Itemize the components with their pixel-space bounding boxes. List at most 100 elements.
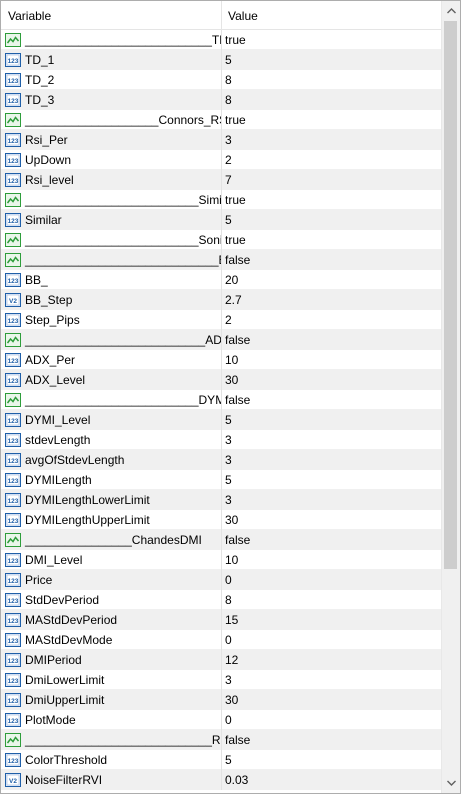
variable-cell[interactable]: ________________ChandesDMI: [1, 529, 222, 550]
table-row[interactable]: __________________________DYMI false: [1, 389, 441, 410]
table-row[interactable]: 123 MAStdDevMode 0: [1, 629, 441, 650]
value-cell[interactable]: 3: [222, 453, 441, 467]
variable-cell[interactable]: 123 stdevLength: [1, 429, 222, 450]
value-cell[interactable]: false: [222, 253, 441, 267]
variable-cell[interactable]: ____________________________TD: [1, 29, 222, 50]
table-row[interactable]: 123 DmiLowerLimit 3: [1, 669, 441, 690]
value-cell[interactable]: false: [222, 393, 441, 407]
variable-cell[interactable]: 123 DmiLowerLimit: [1, 669, 222, 690]
variable-cell[interactable]: 123 MAStdDevPeriod: [1, 609, 222, 630]
table-row[interactable]: __________________________Similar true: [1, 189, 441, 210]
table-row[interactable]: 123 DYMI_Level 5: [1, 409, 441, 430]
variable-cell[interactable]: ____________________Connors_RSI: [1, 109, 222, 130]
variable-cell[interactable]: V2 BB_Step: [1, 289, 222, 310]
value-cell[interactable]: 30: [222, 513, 441, 527]
table-row[interactable]: 123 StdDevPeriod 8: [1, 589, 441, 610]
value-cell[interactable]: 8: [222, 93, 441, 107]
table-row[interactable]: 123 Rsi_level 7: [1, 169, 441, 190]
value-cell[interactable]: 2.7: [222, 293, 441, 307]
variable-cell[interactable]: 123 TD_3: [1, 89, 222, 110]
variable-cell[interactable]: ___________________________ADX: [1, 329, 222, 350]
value-cell[interactable]: 0: [222, 633, 441, 647]
table-row[interactable]: 123 DYMILength 5: [1, 469, 441, 490]
variable-cell[interactable]: 123 StdDevPeriod: [1, 589, 222, 610]
value-cell[interactable]: 3: [222, 133, 441, 147]
value-cell[interactable]: 5: [222, 473, 441, 487]
table-row[interactable]: 123 DmiUpperLimit 30: [1, 689, 441, 710]
variable-cell[interactable]: 123 DMI_Level: [1, 549, 222, 570]
variable-cell[interactable]: 123 DYMILength: [1, 469, 222, 490]
table-row[interactable]: 123 ColorThreshold 5: [1, 749, 441, 770]
table-row[interactable]: 123 stdevLength 3: [1, 429, 441, 450]
table-row[interactable]: ___________________________ADX false: [1, 329, 441, 350]
variable-cell[interactable]: 123 PlotMode: [1, 709, 222, 730]
variable-cell[interactable]: 123 BB_: [1, 269, 222, 290]
value-cell[interactable]: false: [222, 733, 441, 747]
value-cell[interactable]: false: [222, 333, 441, 347]
value-cell[interactable]: true: [222, 33, 441, 47]
value-cell[interactable]: 8: [222, 593, 441, 607]
variable-cell[interactable]: V2 NoiseFilterRVI: [1, 769, 222, 790]
variable-cell[interactable]: 123 UpDown: [1, 149, 222, 170]
table-row[interactable]: 123 TD_2 8: [1, 69, 441, 90]
value-cell[interactable]: 12: [222, 653, 441, 667]
variable-cell[interactable]: __________________________Sonic: [1, 229, 222, 250]
table-row[interactable]: 123 Rsi_Per 3: [1, 129, 441, 150]
value-cell[interactable]: 20: [222, 273, 441, 287]
vertical-scrollbar[interactable]: [441, 1, 460, 793]
value-cell[interactable]: 5: [222, 53, 441, 67]
variable-cell[interactable]: 123 TD_2: [1, 69, 222, 90]
column-header-variable[interactable]: Variable: [1, 1, 222, 29]
table-row[interactable]: ________________ChandesDMI false: [1, 529, 441, 550]
table-row[interactable]: ____________________________TD true: [1, 29, 441, 50]
value-cell[interactable]: 3: [222, 673, 441, 687]
table-row[interactable]: 123 BB_ 20: [1, 269, 441, 290]
variable-cell[interactable]: ____________________________RD: [1, 729, 222, 750]
variable-cell[interactable]: 123 Price: [1, 569, 222, 590]
table-row[interactable]: 123 TD_3 8: [1, 89, 441, 110]
table-row[interactable]: 123 Similar 5: [1, 209, 441, 230]
table-row[interactable]: ____________________Connors_RSI true: [1, 109, 441, 130]
value-cell[interactable]: 8: [222, 73, 441, 87]
table-row[interactable]: 123 UpDown 2: [1, 149, 441, 170]
table-row[interactable]: 123 DMI_Level 10: [1, 549, 441, 570]
table-row[interactable]: 123 Step_Pips 2: [1, 309, 441, 330]
variable-cell[interactable]: 123 DYMI_Level: [1, 409, 222, 430]
variable-cell[interactable]: __________________________Similar: [1, 189, 222, 210]
value-cell[interactable]: 5: [222, 413, 441, 427]
value-cell[interactable]: 0: [222, 573, 441, 587]
value-cell[interactable]: true: [222, 193, 441, 207]
value-cell[interactable]: 7: [222, 173, 441, 187]
variable-cell[interactable]: 123 avgOfStdevLength: [1, 449, 222, 470]
table-row[interactable]: 123 DYMILengthLowerLimit 3: [1, 489, 441, 510]
variable-cell[interactable]: 123 DYMILengthLowerLimit: [1, 489, 222, 510]
value-cell[interactable]: 0: [222, 713, 441, 727]
value-cell[interactable]: 0.03: [222, 773, 441, 787]
variable-cell[interactable]: 123 DMIPeriod: [1, 649, 222, 670]
table-row[interactable]: _____________________________BB false: [1, 249, 441, 270]
table-row[interactable]: 123 PlotMode 0: [1, 709, 441, 730]
variable-cell[interactable]: 123 DYMILengthUpperLimit: [1, 509, 222, 530]
table-row[interactable]: 123 Price 0: [1, 569, 441, 590]
variable-cell[interactable]: 123 DmiUpperLimit: [1, 689, 222, 710]
value-cell[interactable]: 3: [222, 493, 441, 507]
table-row[interactable]: ____________________________RD false: [1, 729, 441, 750]
variable-cell[interactable]: 123 Rsi_Per: [1, 129, 222, 150]
variable-cell[interactable]: 123 TD_1: [1, 49, 222, 70]
value-cell[interactable]: 2: [222, 313, 441, 327]
table-row[interactable]: 123 MAStdDevPeriod 15: [1, 609, 441, 630]
variable-cell[interactable]: _____________________________BB: [1, 249, 222, 270]
value-cell[interactable]: 5: [222, 753, 441, 767]
table-row[interactable]: V2 BB_Step 2.7: [1, 289, 441, 310]
variable-cell[interactable]: 123 ColorThreshold: [1, 749, 222, 770]
value-cell[interactable]: true: [222, 233, 441, 247]
table-row[interactable]: 123 TD_1 5: [1, 49, 441, 70]
column-header-value[interactable]: Value: [222, 1, 441, 29]
table-row[interactable]: V2 NoiseFilterRVI 0.03: [1, 769, 441, 790]
value-cell[interactable]: 10: [222, 353, 441, 367]
table-row[interactable]: 123 DMIPeriod 12: [1, 649, 441, 670]
value-cell[interactable]: 15: [222, 613, 441, 627]
variable-cell[interactable]: 123 Step_Pips: [1, 309, 222, 330]
value-cell[interactable]: 5: [222, 213, 441, 227]
value-cell[interactable]: 10: [222, 553, 441, 567]
